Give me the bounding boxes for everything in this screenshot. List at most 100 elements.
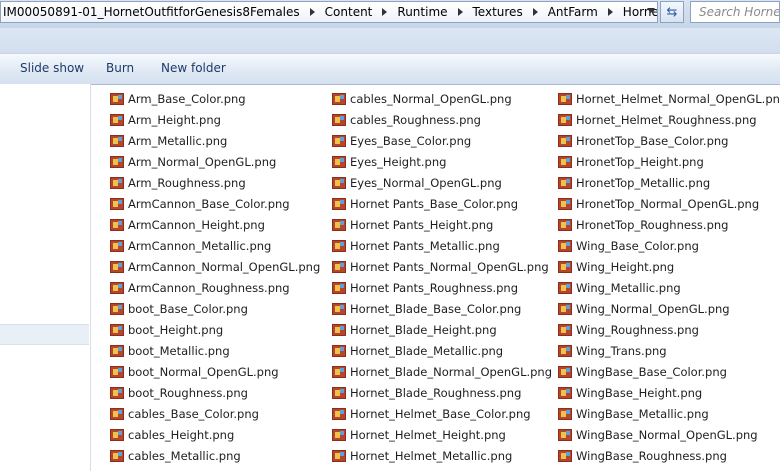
file-item[interactable]: Hornet_Blade_Normal_OpenGL.png <box>326 361 552 382</box>
file-item[interactable]: cables_Roughness.png <box>326 109 481 130</box>
file-item[interactable]: Hornet_Helmet_Roughness.png <box>552 109 757 130</box>
burn-button[interactable]: Burn <box>106 61 134 75</box>
file-item[interactable]: HronetTop_Height.png <box>552 151 704 172</box>
file-item[interactable]: cables_Normal_OpenGL.png <box>326 88 512 109</box>
breadcrumb-item[interactable]: IM00050891-01_HornetOutfitforGenesis8Fem… <box>1 5 306 19</box>
file-item[interactable]: Hornet_Blade_Roughness.png <box>326 382 521 403</box>
file-item[interactable]: Hornet Pants_Normal_OpenGL.png <box>326 256 549 277</box>
file-item[interactable]: Arm_Roughness.png <box>104 172 246 193</box>
chevron-right-icon[interactable] <box>607 8 613 16</box>
file-item[interactable]: Eyes_Normal_OpenGL.png <box>326 172 502 193</box>
file-name: Hornet_Helmet_Roughness.png <box>576 112 757 127</box>
file-name: Wing_Normal_OpenGL.png <box>576 301 730 316</box>
png-file-icon <box>558 323 572 336</box>
file-item[interactable]: Wing_Roughness.png <box>552 319 699 340</box>
file-item[interactable]: WingBase_Height.png <box>552 382 702 403</box>
file-name: WingBase_Metallic.png <box>576 406 709 421</box>
file-item[interactable]: Wing_Normal_OpenGL.png <box>552 298 730 319</box>
file-item[interactable]: HronetTop_Metallic.png <box>552 172 710 193</box>
file-item[interactable]: Hornet Pants_Roughness.png <box>326 277 518 298</box>
slide-show-button[interactable]: Slide show <box>20 61 84 75</box>
file-item[interactable]: boot_Metallic.png <box>104 340 230 361</box>
file-item[interactable]: ArmCannon_Height.png <box>104 214 265 235</box>
file-item[interactable]: Hornet_Helmet_Normal_OpenGL.png <box>552 88 780 109</box>
chevron-right-icon[interactable] <box>457 8 463 16</box>
file-item[interactable]: WingBase_Metallic.png <box>552 403 709 424</box>
file-name: Hornet_Blade_Height.png <box>350 322 497 337</box>
png-file-icon <box>110 428 124 441</box>
file-item[interactable]: cables_Height.png <box>104 424 234 445</box>
file-item[interactable]: WingBase_Base_Color.png <box>552 361 727 382</box>
png-file-icon <box>558 449 572 462</box>
file-item[interactable]: boot_Base_Color.png <box>104 298 248 319</box>
file-item[interactable]: WingBase_Roughness.png <box>552 445 727 466</box>
png-file-icon <box>332 197 346 210</box>
nav-selected-item[interactable] <box>0 324 89 345</box>
file-item[interactable]: HronetTop_Normal_OpenGL.png <box>552 193 759 214</box>
file-item[interactable]: boot_Normal_OpenGL.png <box>104 361 279 382</box>
file-item[interactable]: Eyes_Base_Color.png <box>326 130 471 151</box>
file-item[interactable]: Wing_Metallic.png <box>552 277 681 298</box>
breadcrumb[interactable]: IM00050891-01_HornetOutfitforGenesis8Fem… <box>0 1 658 23</box>
chevron-right-icon[interactable] <box>532 8 538 16</box>
file-item[interactable]: Hornet_Blade_Base_Color.png <box>326 298 521 319</box>
refresh-button[interactable]: ⇆ <box>660 1 684 23</box>
file-item[interactable]: Hornet Pants_Base_Color.png <box>326 193 518 214</box>
file-item[interactable]: WingBase_Normal_OpenGL.png <box>552 424 758 445</box>
breadcrumb-item[interactable]: Content <box>323 5 379 19</box>
file-item[interactable]: Hornet_Blade_Height.png <box>326 319 497 340</box>
file-item[interactable]: Wing_Height.png <box>552 256 674 277</box>
file-item[interactable]: Eyes_Height.png <box>326 151 446 172</box>
png-file-icon <box>110 155 124 168</box>
navigation-pane[interactable] <box>0 84 91 471</box>
file-item[interactable]: Hornet_Helmet_Height.png <box>326 424 506 445</box>
search-input[interactable]: Search Hornet <box>690 1 780 23</box>
new-folder-button[interactable]: New folder <box>161 61 226 75</box>
file-item[interactable]: Hornet Pants_Metallic.png <box>326 235 500 256</box>
file-name: Hornet Pants_Normal_OpenGL.png <box>350 259 549 274</box>
file-item[interactable]: cables_Base_Color.png <box>104 403 259 424</box>
breadcrumb-item[interactable]: Textures <box>471 5 529 19</box>
file-name: Arm_Normal_OpenGL.png <box>128 154 277 169</box>
png-file-icon <box>332 449 346 462</box>
file-name: boot_Height.png <box>128 322 224 337</box>
file-item[interactable]: Wing_Trans.png <box>552 340 667 361</box>
menu-band <box>0 28 780 53</box>
file-item[interactable]: Arm_Normal_OpenGL.png <box>104 151 276 172</box>
chevron-right-icon[interactable] <box>382 8 388 16</box>
png-file-icon <box>110 134 124 147</box>
file-name: ArmCannon_Roughness.png <box>128 280 290 295</box>
file-name: ArmCannon_Base_Color.png <box>128 196 290 211</box>
file-item[interactable]: boot_Height.png <box>104 319 223 340</box>
file-name: HronetTop_Metallic.png <box>576 175 711 190</box>
file-item[interactable]: Hornet Pants_Height.png <box>326 214 493 235</box>
file-item[interactable]: Arm_Metallic.png <box>104 130 227 151</box>
file-item[interactable]: Arm_Base_Color.png <box>104 88 246 109</box>
file-name: Hornet_Helmet_Height.png <box>350 427 506 442</box>
png-file-icon <box>110 113 124 126</box>
file-item[interactable]: ArmCannon_Metallic.png <box>104 235 271 256</box>
file-item[interactable]: HronetTop_Roughness.png <box>552 214 728 235</box>
png-file-icon <box>332 365 346 378</box>
file-item[interactable]: Wing_Base_Color.png <box>552 235 699 256</box>
file-item[interactable]: HronetTop_Base_Color.png <box>552 130 728 151</box>
file-name: Arm_Metallic.png <box>128 133 228 148</box>
file-item[interactable]: Arm_Height.png <box>104 109 221 130</box>
file-item[interactable]: Hornet_Helmet_Base_Color.png <box>326 403 531 424</box>
file-item[interactable]: ArmCannon_Normal_OpenGL.png <box>104 256 320 277</box>
file-item[interactable]: cables_Metallic.png <box>104 445 241 466</box>
file-item[interactable]: ArmCannon_Roughness.png <box>104 277 290 298</box>
png-file-icon <box>110 365 124 378</box>
chevron-right-icon[interactable] <box>309 8 315 16</box>
file-item[interactable]: boot_Roughness.png <box>104 382 248 403</box>
png-file-icon <box>110 260 124 273</box>
file-item[interactable]: ArmCannon_Base_Color.png <box>104 193 290 214</box>
breadcrumb-item[interactable]: Runtime <box>395 5 453 19</box>
chevron-down-icon[interactable] <box>647 8 655 13</box>
file-item[interactable]: Hornet_Blade_Metallic.png <box>326 340 503 361</box>
file-item[interactable]: Hornet_Helmet_Metallic.png <box>326 445 512 466</box>
breadcrumb-item[interactable]: AntFarm <box>546 5 604 19</box>
png-file-icon <box>558 428 572 441</box>
file-name: cables_Height.png <box>128 427 235 442</box>
file-name: ArmCannon_Normal_OpenGL.png <box>128 259 321 274</box>
